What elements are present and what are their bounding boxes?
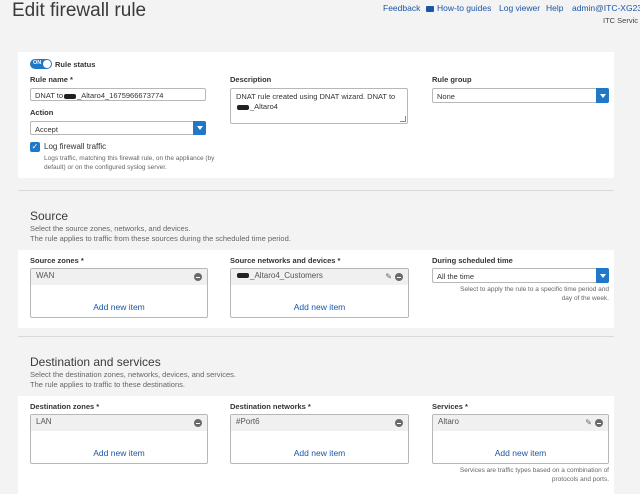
destination-zones-label: Destination zones * [30, 402, 100, 411]
description-label: Description [230, 75, 272, 84]
toggle-knob [43, 60, 51, 68]
chevron-down-icon [596, 88, 609, 103]
log-viewer-link[interactable]: Log viewer [499, 3, 540, 13]
source-networks-list: _Altaro4_Customers ✎ Add new item [230, 268, 409, 318]
destination-section-description: Select the destination zones, networks, … [30, 370, 236, 389]
remove-icon[interactable] [595, 419, 603, 427]
rule-group-label: Rule group [432, 75, 472, 84]
action-select[interactable]: Accept [30, 121, 206, 135]
destination-section-title: Destination and services [30, 355, 161, 369]
remove-icon[interactable] [194, 273, 202, 281]
section-divider [18, 336, 614, 337]
chevron-down-icon [596, 268, 609, 283]
source-network-item: _Altaro4_Customers ✎ [231, 269, 408, 285]
service-item: Altaro ✎ [433, 415, 608, 431]
destination-zones-add-new-item-link[interactable]: Add new item [31, 448, 207, 458]
section-divider [18, 190, 614, 191]
remove-icon[interactable] [194, 419, 202, 427]
source-section-description: Select the source zones, networks, and d… [30, 224, 291, 243]
scheduled-time-label: During scheduled time [432, 256, 513, 265]
chevron-down-icon [193, 121, 206, 135]
log-help-text: Logs traffic, matching this firewall rul… [44, 155, 215, 171]
source-zones-list: WAN Add new item [30, 268, 208, 318]
edit-pencil-icon[interactable]: ✎ [585, 418, 592, 427]
user-menu[interactable]: admin@ITC-XG230 [572, 3, 640, 13]
destination-network-item: #Port6 [231, 415, 408, 431]
remove-icon[interactable] [395, 273, 403, 281]
log-firewall-traffic-label: Log firewall traffic [44, 142, 107, 151]
source-zones-label: Source zones * [30, 256, 84, 265]
how-to-guides-link[interactable]: How-to guides [426, 3, 491, 13]
redacted-mark [64, 93, 77, 99]
source-networks-add-new-item-link[interactable]: Add new item [231, 302, 408, 312]
rule-name-label: Rule name * [30, 75, 73, 84]
services-list: Altaro ✎ Add new item [432, 414, 609, 464]
destination-networks-label: Destination networks * [230, 402, 311, 411]
redacted-mark [237, 273, 249, 279]
resize-handle[interactable] [400, 116, 406, 122]
rule-name-input[interactable]: DNAT to _Altaro4_1675966673774 [30, 88, 206, 101]
source-zone-item: WAN [31, 269, 207, 285]
destination-zones-list: LAN Add new item [30, 414, 208, 464]
source-networks-label: Source networks and devices * [230, 256, 341, 265]
device-name: ITC Servic [602, 16, 638, 25]
scheduled-time-select[interactable]: All the time [432, 268, 609, 283]
log-firewall-traffic-checkbox[interactable]: ✓ [30, 142, 40, 152]
services-label: Services * [432, 402, 468, 411]
destination-networks-list: #Port6 Add new item [230, 414, 409, 464]
rule-group-select[interactable]: None [432, 88, 609, 103]
services-help: Services are traffic types based on a co… [459, 467, 609, 483]
source-section-title: Source [30, 209, 69, 223]
rule-status-toggle[interactable]: ON [30, 59, 52, 69]
redacted-mark [237, 104, 249, 110]
help-link[interactable]: Help [546, 3, 563, 13]
description-textarea[interactable]: DNAT rule created using DNAT wizard. DNA… [230, 88, 408, 124]
destination-zone-item: LAN [31, 415, 207, 431]
action-label: Action [30, 108, 54, 117]
video-camera-icon [426, 5, 434, 12]
source-zones-add-new-item-link[interactable]: Add new item [31, 302, 207, 312]
edit-pencil-icon[interactable]: ✎ [385, 272, 392, 281]
services-add-new-item-link[interactable]: Add new item [433, 448, 608, 458]
scheduled-time-help: Select to apply the rule to a specific t… [460, 286, 609, 302]
remove-icon[interactable] [395, 419, 403, 427]
rule-status-label: Rule status [55, 60, 96, 69]
destination-networks-add-new-item-link[interactable]: Add new item [231, 448, 408, 458]
feedback-link[interactable]: Feedback [383, 3, 420, 13]
page-title: Edit firewall rule [12, 0, 147, 21]
